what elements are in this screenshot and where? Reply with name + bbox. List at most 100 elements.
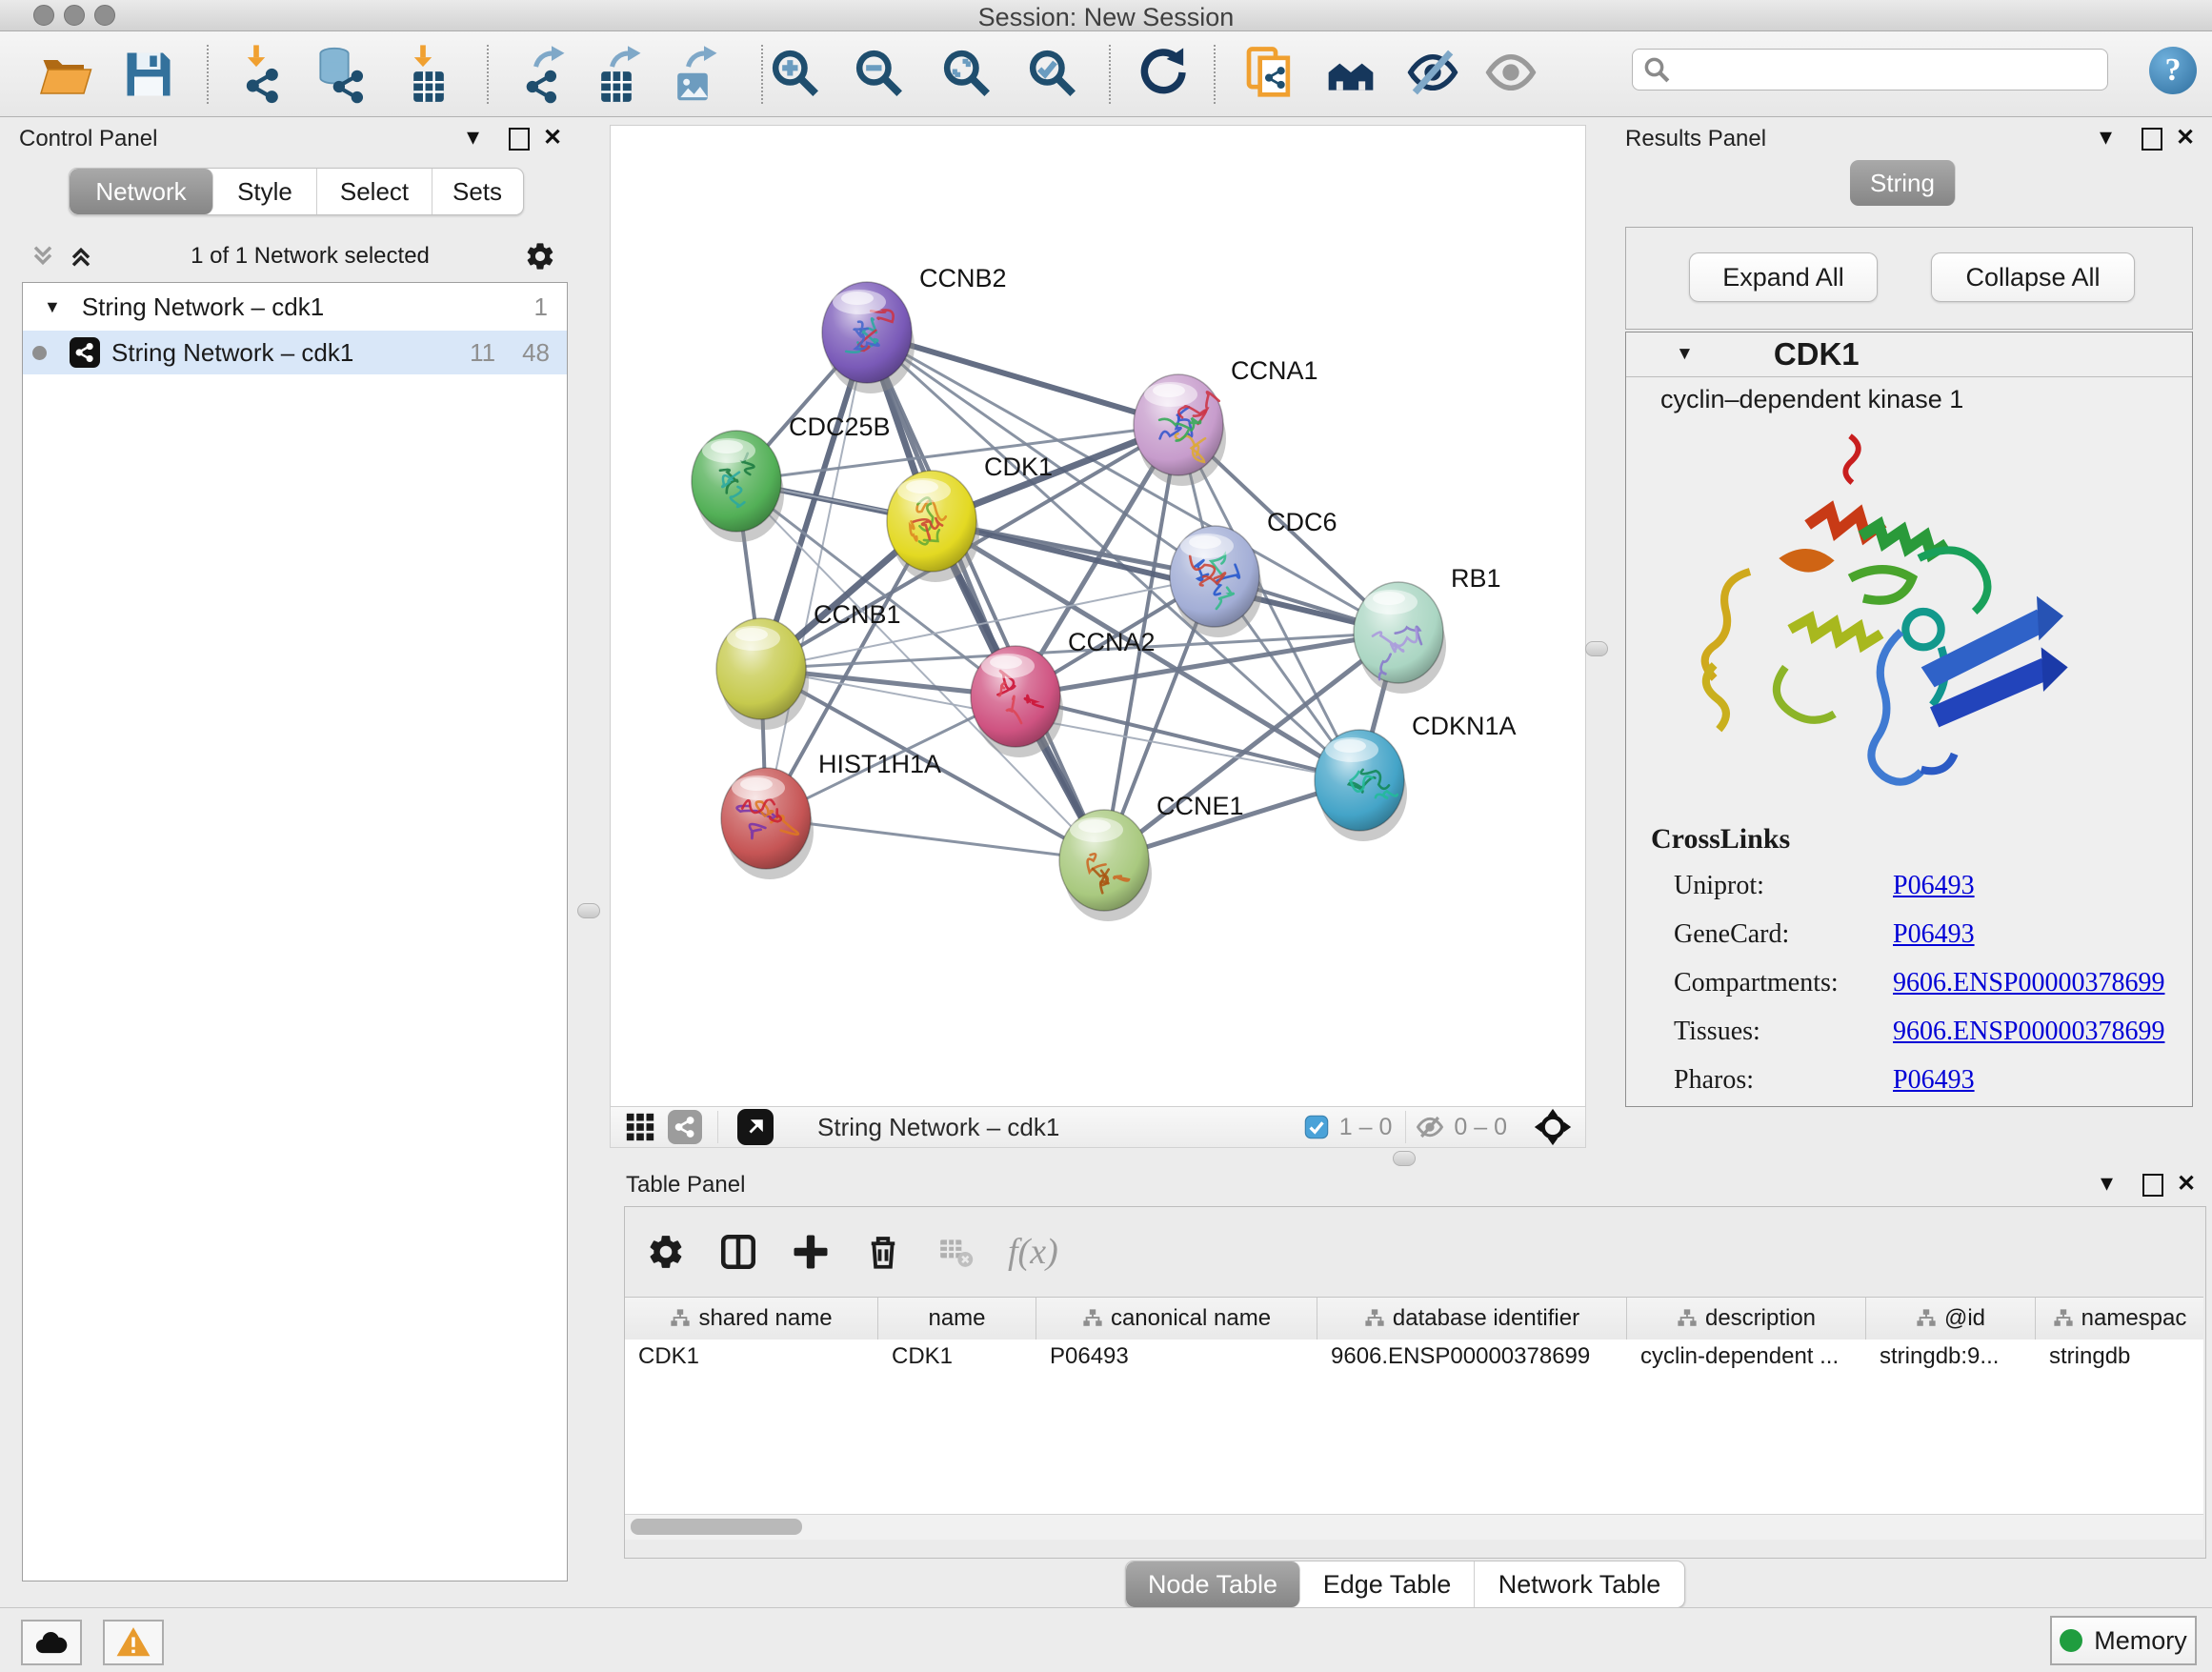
tree-caret-icon[interactable]: ▼ [1676,344,1694,365]
hide-selected-button[interactable] [1406,46,1463,103]
warning-icon [115,1624,151,1661]
tab-sets[interactable]: Sets [432,169,522,214]
expand-all-icon[interactable] [66,241,96,272]
crosslink-row: Tissues:9606.ENSP00000378699 [1674,1007,2192,1056]
crosslink-value[interactable]: P06493 [1893,871,1975,900]
crosslink-value[interactable]: 9606.ENSP00000378699 [1893,1017,2164,1046]
tab-network[interactable]: Network [70,169,213,214]
separator [717,1111,718,1143]
zoom-fit-button[interactable] [939,46,996,103]
float-panel-icon[interactable] [509,128,530,151]
cell-database-identifier[interactable]: 9606.ENSP00000378699 [1317,1340,1627,1374]
cell-shared-name[interactable]: CDK1 [625,1340,878,1374]
tree-caret-icon[interactable]: ▼ [44,297,61,317]
column-header[interactable]: @id [1866,1298,2036,1340]
string-network-graph[interactable]: CCNB2CCNA1CDC25BCDK1CDC6RB1CCNB1CCNA2CDK… [611,126,1585,1106]
table-gear-icon[interactable] [646,1232,686,1272]
gear-icon[interactable] [524,240,556,272]
cloud-services-button[interactable] [21,1620,82,1665]
expand-all-button[interactable]: Expand All [1689,252,1878,302]
clone-network-button[interactable] [1242,46,1299,103]
memory-button[interactable]: Memory [2050,1616,2197,1665]
function-builder-icon[interactable]: f(x) [1008,1231,1058,1273]
toolbar-search-input[interactable] [1632,49,2108,91]
network-icon-badge[interactable] [668,1110,702,1144]
column-header[interactable]: namespac [2036,1298,2203,1340]
zoom-selected-button[interactable] [1025,46,1082,103]
table-row[interactable]: CDK1 CDK1 P06493 9606.ENSP00000378699 cy… [625,1340,2203,1374]
detach-view-button[interactable] [737,1109,774,1145]
scrollbar-thumb[interactable] [631,1519,802,1535]
network-node-RB1[interactable]: RB1 [1354,564,1501,694]
table-grid-icon [411,69,447,105]
tab-style[interactable]: Style [213,169,317,214]
close-panel-icon[interactable]: ✕ [2176,124,2195,151]
crosslink-value[interactable]: P06493 [1893,919,1975,949]
node-label-RB1: RB1 [1451,564,1501,593]
collapse-all-button[interactable]: Collapse All [1931,252,2135,302]
network-row[interactable]: String Network – cdk1 11 48 [23,331,567,374]
cell-id[interactable]: stringdb:9... [1866,1340,2036,1374]
column-header[interactable]: database identifier [1317,1298,1627,1340]
grid-view-icon[interactable] [624,1111,656,1143]
column-header[interactable]: description [1627,1298,1866,1340]
tab-edge-table[interactable]: Edge Table [1300,1561,1475,1607]
close-panel-icon[interactable]: ✕ [2177,1170,2196,1198]
cell-canonical-name[interactable]: P06493 [1036,1340,1317,1374]
import-network-button[interactable] [231,46,288,103]
help-button[interactable]: ? [2149,47,2197,94]
delete-column-icon[interactable] [863,1232,903,1272]
network-node-CDC6[interactable]: CDC6 [1170,508,1337,637]
add-column-icon[interactable] [791,1232,831,1272]
export-network-button[interactable] [516,46,573,103]
hidden-eye-slash-icon[interactable] [1416,1113,1444,1141]
column-header[interactable]: shared name [625,1298,878,1340]
import-network-from-database-button[interactable] [310,46,367,103]
zoom-out-button[interactable] [852,46,909,103]
birdseye-view-icon[interactable] [1534,1108,1572,1146]
show-columns-icon[interactable] [718,1232,758,1272]
open-session-button[interactable] [36,46,93,103]
network-node-CDKN1A[interactable]: CDKN1A [1315,712,1517,841]
delete-table-icon[interactable] [937,1234,974,1270]
tab-string[interactable]: String [1850,160,1956,206]
export-image-button[interactable] [667,46,724,103]
apply-layout-button[interactable] [1136,46,1193,103]
tab-network-table[interactable]: Network Table [1475,1561,1684,1607]
column-header[interactable]: name [878,1298,1036,1340]
cell-namespace[interactable]: stringdb [2036,1340,2203,1374]
collapse-panel-icon[interactable]: ▾ [2101,1168,2113,1198]
table-scrollbar[interactable] [625,1514,2203,1540]
collapse-all-icon[interactable] [28,241,58,272]
network-node-HIST1H1A[interactable]: HIST1H1A [721,750,941,879]
import-table-button[interactable] [397,46,454,103]
network-collection-row[interactable]: ▼ String Network – cdk1 1 [23,283,567,331]
selected-checkbox-icon[interactable] [1303,1114,1330,1140]
gene-header-row[interactable]: ▼ CDK1 [1626,332,2192,377]
crosslink-value[interactable]: 9606.ENSP00000378699 [1893,968,2164,997]
crosslink-value[interactable]: P06493 [1893,1065,1975,1095]
close-panel-icon[interactable]: ✕ [543,124,562,151]
network-node-CCNE1[interactable]: CCNE1 [1059,792,1244,921]
export-table-button[interactable] [591,46,648,103]
float-panel-icon[interactable] [2142,128,2162,151]
right-splitter-handle[interactable] [1585,641,1608,656]
cell-name[interactable]: CDK1 [878,1340,1036,1374]
warnings-button[interactable] [103,1620,164,1665]
collapse-panel-icon[interactable]: ▾ [2100,122,2112,151]
float-panel-icon[interactable] [2142,1174,2163,1197]
save-session-button[interactable] [120,46,177,103]
first-neighbors-button[interactable] [1324,46,1381,103]
network-node-CCNA1[interactable]: CCNA1 [1134,356,1318,486]
save-icon [120,46,177,103]
network-view-canvas[interactable]: CCNB2CCNA1CDC25BCDK1CDC6RB1CCNB1CCNA2CDK… [610,125,1586,1107]
show-all-button[interactable] [1484,46,1541,103]
column-header[interactable]: canonical name [1036,1298,1317,1340]
left-splitter-handle[interactable] [577,903,600,918]
cell-description[interactable]: cyclin-dependent ... [1627,1340,1866,1374]
zoom-in-button[interactable] [768,46,825,103]
bottom-splitter-handle[interactable] [1393,1151,1416,1166]
tab-node-table[interactable]: Node Table [1126,1561,1300,1607]
collapse-panel-icon[interactable]: ▾ [467,122,479,151]
tab-select[interactable]: Select [317,169,432,214]
